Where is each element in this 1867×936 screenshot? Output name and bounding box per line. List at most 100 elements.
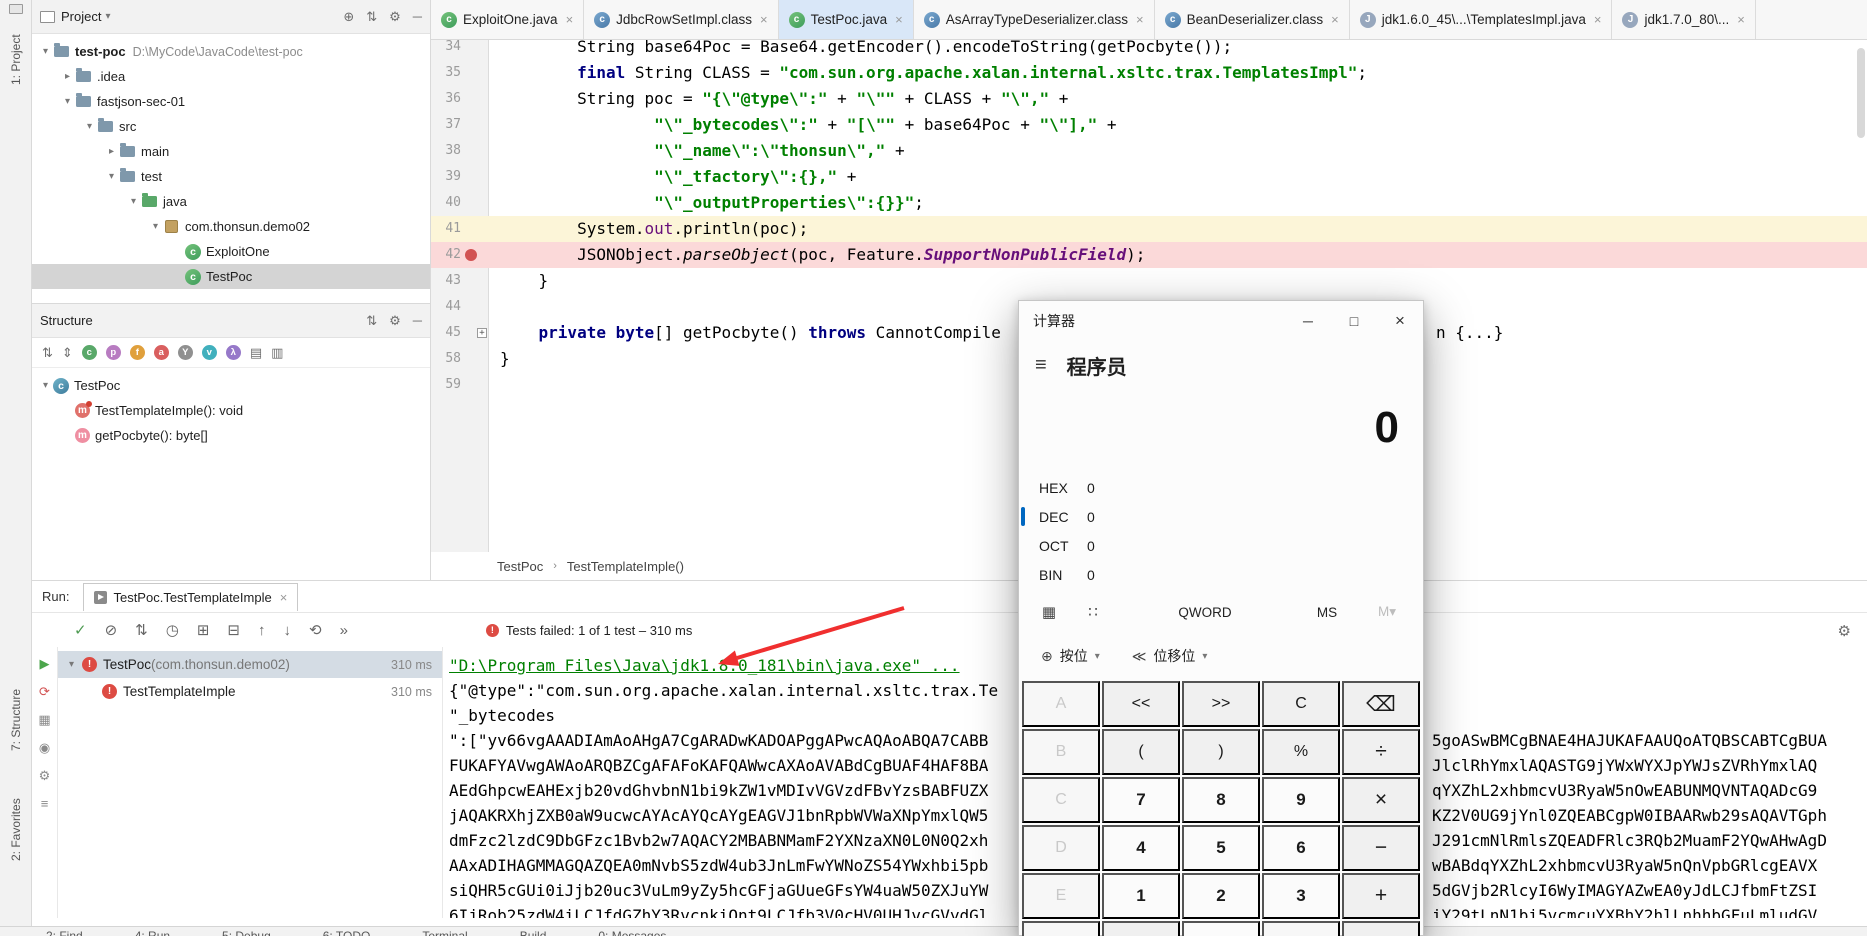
toolwindow-button[interactable]: Build <box>520 927 547 936</box>
bitwise-menu[interactable]: ⊕ 按位 ▾ <box>1041 646 1100 666</box>
chevron-right-icon[interactable]: ▸ <box>60 71 75 82</box>
structure-tree-item[interactable]: m getPocbyte(): byte[] <box>32 423 430 448</box>
chevron-right-icon[interactable]: ▸ <box>104 146 119 157</box>
calc-key-3[interactable]: 3 <box>1262 873 1340 919</box>
toolwindow-button[interactable]: 5: Debug <box>222 927 271 936</box>
calc-key-6[interactable]: 6 <box>1262 825 1340 871</box>
filter-variables-icon[interactable]: v <box>201 345 217 360</box>
filter-inherited-icon[interactable]: Y <box>177 345 193 360</box>
calc-key-+[interactable]: + <box>1342 873 1420 919</box>
hamburger-menu-icon[interactable]: ≡ <box>1035 354 1047 377</box>
fold-marker-icon[interactable]: + <box>477 328 487 338</box>
project-tree-item[interactable]: ▸ .idea <box>32 64 430 89</box>
calc-key-×[interactable]: × <box>1342 777 1420 823</box>
radix-oct[interactable]: OCT 0 <box>1019 531 1423 560</box>
expand-collapse-icon[interactable]: ⇅ <box>366 9 377 24</box>
project-tree-item[interactable]: ▾ com.thonsun.demo02 <box>32 214 430 239</box>
calc-key-⌫[interactable]: ⌫ <box>1342 681 1420 727</box>
editor-tab[interactable]: c TestPoc.java × <box>778 0 914 39</box>
calc-key-<<[interactable]: << <box>1102 681 1180 727</box>
editor-tab[interactable]: c ExploitOne.java × <box>431 0 585 39</box>
filter-classes-icon[interactable]: c <box>81 345 97 360</box>
chevron-down-icon[interactable]: ▾ <box>104 171 119 182</box>
toolwindow-button[interactable]: 2: Find <box>46 927 83 936</box>
bitshift-menu[interactable]: ≪ 位移位 ▾ <box>1132 646 1208 666</box>
toolwindow-button-favorites[interactable]: 2: Favorites <box>0 782 32 878</box>
rerun-icon[interactable]: ▶ <box>40 657 50 670</box>
console-command-link[interactable]: "D:\Program Files\Java\jdk1.8.0_181\bin\… <box>449 656 960 675</box>
calc-key-1[interactable]: 1 <box>1102 873 1180 919</box>
settings-gear-icon[interactable]: ⚙ <box>389 9 401 24</box>
export-icon[interactable]: ≡ <box>41 797 49 810</box>
sort-icon[interactable]: ⇅ <box>366 313 377 328</box>
calc-key-=[interactable]: = <box>1342 921 1420 936</box>
hide-panel-icon[interactable]: ─ <box>413 313 422 328</box>
structure-tree-item[interactable]: ▾ c TestPoc <box>32 373 430 398</box>
breadcrumb-item[interactable]: TestPoc <box>497 559 543 574</box>
minimize-button[interactable]: ─ <box>1285 301 1331 341</box>
coverage-icon[interactable]: ▦ <box>38 713 50 726</box>
breadcrumb-item[interactable]: TestTemplateImple() <box>567 559 684 574</box>
radix-dec[interactable]: DEC 0 <box>1019 502 1423 531</box>
test-tree-item[interactable]: ! TestTemplateImple 310 ms <box>58 678 442 705</box>
bit-keypad-icon[interactable]: ∷ <box>1071 603 1115 621</box>
calc-key->>[interactable]: >> <box>1182 681 1260 727</box>
calc-key-2[interactable]: 2 <box>1182 873 1260 919</box>
project-tree-item[interactable]: ▾ fastjson-sec-01 <box>32 89 430 114</box>
filter-anonymous-icon[interactable]: a <box>153 345 169 360</box>
show-passed-icon[interactable]: ✓ <box>74 623 87 638</box>
toolwindow-button-project[interactable]: 1: Project <box>0 14 32 106</box>
next-failed-test-icon[interactable]: ↓ <box>283 623 291 638</box>
editor-tab[interactable]: Jjdk1.6.0_45\...\TemplatesImpl.java × <box>1350 0 1613 39</box>
editor-tab[interactable]: Jjdk1.7.0_80\... × <box>1612 0 1756 39</box>
editor-scrollbar[interactable] <box>1857 48 1865 138</box>
chevron-down-icon[interactable]: ▾ <box>64 659 79 670</box>
toolwindow-button[interactable]: 4: Run <box>135 927 170 936</box>
run-tab[interactable]: TestPoc.TestTemplateImple × <box>83 582 299 611</box>
toolwindow-button[interactable]: 6: TODO <box>323 927 371 936</box>
full-keypad-icon[interactable]: ▦ <box>1027 603 1071 621</box>
breakpoint-icon[interactable] <box>465 249 477 261</box>
show-ignored-icon[interactable]: ⊘ <box>105 623 118 638</box>
project-tree-item[interactable]: ▾ test <box>32 164 430 189</box>
tab-close-icon[interactable]: × <box>1594 12 1602 27</box>
project-tree-item[interactable]: c ExploitOne <box>32 239 430 264</box>
calc-key-5[interactable]: 5 <box>1182 825 1260 871</box>
chevron-down-icon[interactable]: ▾ <box>38 46 53 57</box>
toolwindow-button[interactable]: 0: Messages <box>598 927 666 936</box>
expand-all-icon[interactable]: ⊞ <box>197 623 210 638</box>
calc-key-0[interactable]: 0 <box>1182 921 1260 936</box>
more-icon[interactable]: » <box>340 623 348 638</box>
sort-alphabetically-icon[interactable]: ⇅ <box>135 623 148 638</box>
chevron-down-icon[interactable]: ▾ <box>126 196 141 207</box>
filter-fields-icon[interactable]: f <box>129 345 145 360</box>
project-tree-item[interactable]: c TestPoc <box>32 264 430 289</box>
project-tree-item[interactable]: ▾ java <box>32 189 430 214</box>
project-panel-title[interactable]: Project <box>61 9 101 24</box>
toolwindow-button-structure[interactable]: 7: Structure <box>0 668 32 772</box>
calc-key-([interactable]: ( <box>1102 729 1180 775</box>
profiler-icon[interactable]: ◉ <box>39 741 50 754</box>
sort-alpha-icon[interactable]: ⇅ <box>42 345 53 361</box>
project-tree-item[interactable]: ▸ main <box>32 139 430 164</box>
chevron-down-icon[interactable]: ▾ <box>105 11 110 22</box>
window-menu-icon[interactable] <box>9 4 23 14</box>
tab-close-icon[interactable]: × <box>1136 12 1144 27</box>
word-size-button[interactable]: QWORD <box>1115 605 1295 620</box>
group-methods-icon[interactable]: ▤ <box>250 345 262 361</box>
editor-tab[interactable]: c JdbcRowSetImpl.class × <box>584 0 779 39</box>
locate-file-icon[interactable]: ⊕ <box>343 9 354 24</box>
calc-key-)[interactable]: ) <box>1182 729 1260 775</box>
calc-key-%[interactable]: % <box>1262 729 1340 775</box>
toolwindow-button[interactable]: Terminal <box>422 927 467 936</box>
filter-lambdas-icon[interactable]: λ <box>225 345 241 360</box>
editor-tab[interactable]: c AsArrayTypeDeserializer.class × <box>914 0 1155 39</box>
tab-close-icon[interactable]: × <box>1737 12 1745 27</box>
chevron-down-icon[interactable]: ▾ <box>148 221 163 232</box>
calc-key-±[interactable]: ± <box>1102 921 1180 936</box>
tab-close-icon[interactable]: × <box>895 12 903 27</box>
calc-key-7[interactable]: 7 <box>1102 777 1180 823</box>
tab-close-icon[interactable]: × <box>1331 12 1339 27</box>
show-inherited-icon[interactable]: ▥ <box>271 345 283 361</box>
project-tree-item[interactable]: ▾ src <box>32 114 430 139</box>
